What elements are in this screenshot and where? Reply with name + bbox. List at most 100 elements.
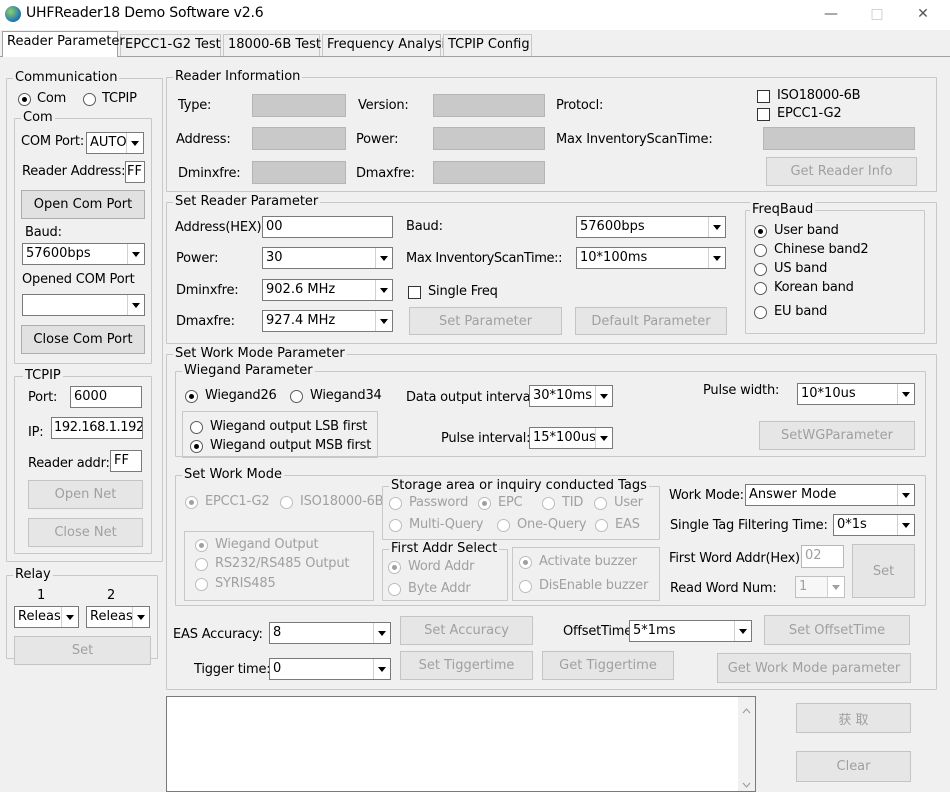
port-input[interactable]: 6000 [70,386,142,408]
radio-epc[interactable] [478,497,491,510]
pulse-width-select[interactable]: 10*10us [797,383,915,405]
work-mode-select[interactable]: Answer Mode [745,484,915,506]
clear-button[interactable]: Clear [796,751,911,782]
radio-msb-first[interactable] [190,440,203,453]
radio-eas[interactable] [595,519,608,532]
set-dmaxfre-select[interactable]: 927.4 MHz [262,310,393,332]
epcc1-g2-checkbox[interactable] [757,108,770,121]
chevron-down-icon[interactable] [897,485,914,505]
radio-disable-buzzer[interactable] [519,580,532,593]
radio-com[interactable] [18,93,31,106]
ip-input[interactable]: 192.168.1.192 [51,417,143,439]
radio-us-band[interactable] [754,263,767,276]
com-port-select[interactable]: AUTO [86,132,144,154]
default-parameter-button[interactable]: Default Parameter [575,307,727,335]
chevron-down-icon[interactable] [827,577,844,597]
set-accuracy-button[interactable]: Set Accuracy [400,616,533,645]
filter-time-select[interactable]: 0*1s [833,514,915,536]
single-freq-checkbox[interactable] [408,286,421,299]
tab-tcpip-config[interactable]: TCPIP Config [443,34,532,56]
chevron-down-icon[interactable] [373,623,390,643]
open-net-button[interactable]: Open Net [28,480,143,509]
open-com-port-button[interactable]: Open Com Port [21,190,145,219]
radio-chinese-band2[interactable] [754,244,767,257]
radio-wiegand-output[interactable] [195,539,208,552]
tab-18000-6b-test[interactable]: 18000-6B Test [223,34,321,56]
data-interval-select[interactable]: 30*10ms [529,385,613,407]
radio-wiegand26[interactable] [185,390,198,403]
chevron-down-icon[interactable] [132,607,149,627]
chevron-down-icon[interactable] [375,280,392,300]
close-icon[interactable]: ✕ [900,0,946,30]
chevron-down-icon[interactable] [375,311,392,331]
set-baud-select[interactable]: 57600bps [576,216,726,238]
opened-com-port-select[interactable] [22,294,145,316]
tab-epcc1-g2-test[interactable]: EPCC1-G2 Test [120,34,221,56]
radio-mode-iso18000-6b[interactable] [280,496,293,509]
tab-reader-parameter[interactable]: Reader Parameter [2,31,125,57]
radio-eu-band[interactable] [754,306,767,319]
baud-select[interactable]: 57600bps [22,243,145,265]
chevron-down-icon[interactable] [734,621,751,641]
set-power-select[interactable]: 30 [262,247,393,269]
get-trigger-time-button[interactable]: Get Tiggertime [542,651,674,680]
iso18000-6b-checkbox[interactable] [757,90,770,103]
tab-frequency-analysis[interactable]: Frequency Analysis [322,34,452,56]
pulse-interval-select[interactable]: 15*100us [529,427,613,449]
radio-korean-band[interactable] [754,282,767,295]
first-word-addr-input[interactable]: 02 [801,545,844,568]
chevron-down-icon[interactable] [126,133,143,153]
chevron-down-icon[interactable] [708,248,725,268]
radio-wiegand34[interactable] [290,390,303,403]
reader-addr-input[interactable]: FF [110,450,142,472]
set-wg-parameter-button[interactable]: SetWGParameter [759,421,915,450]
radio-tcpip[interactable] [83,93,96,106]
relay2-select[interactable]: Release [86,606,150,628]
radio-password[interactable] [389,497,402,510]
chevron-down-icon[interactable] [127,244,144,264]
radio-mode-epcc1-g2[interactable] [185,496,198,509]
relay-set-button[interactable]: Set [14,636,151,665]
offset-time-select[interactable]: 5*1ms [629,620,752,642]
close-com-port-button[interactable]: Close Com Port [21,325,145,354]
read-word-num-select[interactable]: 1 [795,576,845,598]
radio-one-query[interactable] [497,519,510,532]
radio-syris485[interactable] [195,578,208,591]
radio-lsb-first[interactable] [190,421,203,434]
radio-tid[interactable] [542,497,555,510]
chevron-down-icon[interactable] [375,248,392,268]
radio-multi-query[interactable] [389,519,402,532]
get-work-mode-parameter-button[interactable]: Get Work Mode parameter [717,653,911,683]
chevron-down-icon[interactable] [127,295,144,315]
radio-word-addr[interactable] [388,561,401,574]
log-textarea[interactable] [166,696,756,792]
get-reader-info-button[interactable]: Get Reader Info [766,157,917,186]
set-parameter-button[interactable]: Set Parameter [409,307,562,335]
get-button[interactable]: 获 取 [796,703,911,733]
relay1-select[interactable]: Release [14,606,79,628]
eas-accuracy-select[interactable]: 8 [269,622,391,644]
set-trigger-time-button[interactable]: Set Tiggertime [400,651,533,680]
set-offset-time-button[interactable]: Set OffsetTime [764,615,910,645]
trigger-time-select[interactable]: 0 [269,658,391,680]
radio-byte-addr[interactable] [388,583,401,596]
radio-rs232-output[interactable] [195,558,208,571]
minimize-icon[interactable]: — [808,0,854,30]
radio-user-band[interactable] [754,225,767,238]
set-dminfre-select[interactable]: 902.6 MHz [262,279,393,301]
log-scrollbar[interactable] [738,697,755,791]
chevron-down-icon[interactable] [708,217,725,237]
work-mode-set-button[interactable]: Set [852,544,915,598]
set-max-scan-select[interactable]: 10*100ms [576,247,726,269]
address-hex-input[interactable]: 00 [262,216,393,238]
chevron-down-icon[interactable] [61,607,78,627]
radio-activate-buzzer[interactable] [519,556,532,569]
chevron-down-icon[interactable] [595,386,612,406]
radio-user[interactable] [594,497,607,510]
chevron-down-icon[interactable] [897,515,914,535]
chevron-down-icon[interactable] [595,428,612,448]
chevron-down-icon[interactable] [897,384,914,404]
close-net-button[interactable]: Close Net [28,518,143,547]
maximize-icon[interactable]: □ [854,0,900,30]
chevron-down-icon[interactable] [373,659,390,679]
